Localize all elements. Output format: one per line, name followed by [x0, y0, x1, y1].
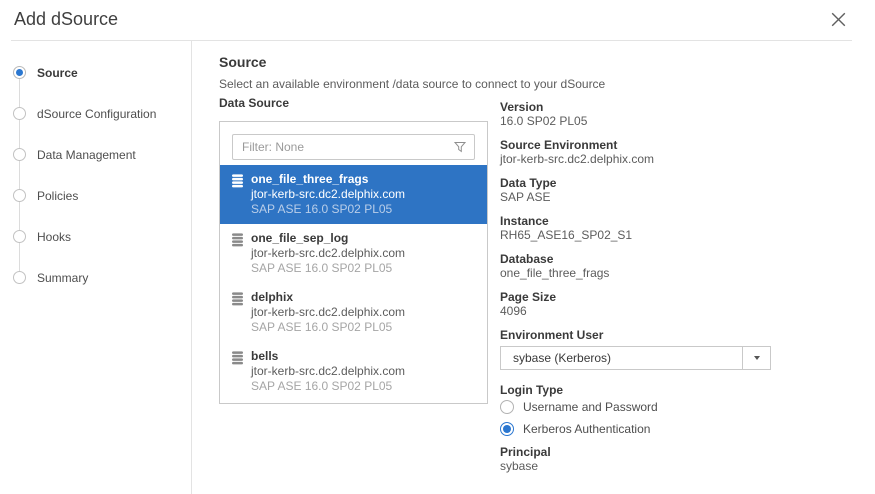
detail-field-version: Version 16.0 SP02 PL05: [500, 100, 771, 128]
detail-field-data-type: Data Type SAP ASE: [500, 176, 771, 204]
wizard-step-dsource-configuration[interactable]: dSource Configuration: [0, 93, 191, 134]
wizard-step-summary[interactable]: Summary: [0, 257, 191, 298]
data-source-label: Data Source: [219, 96, 488, 110]
source-host: jtor-kerb-src.dc2.delphix.com: [251, 246, 405, 261]
filter-icon: [454, 141, 466, 153]
database-icon: [232, 233, 243, 276]
data-source-list: one_file_three_frags jtor-kerb-src.dc2.d…: [219, 121, 488, 404]
dropdown-caret-button[interactable]: [742, 347, 770, 369]
wizard-step-data-management[interactable]: Data Management: [0, 134, 191, 175]
detail-field-database: Database one_file_three_frags: [500, 252, 771, 280]
principal-field: Principal sybase: [500, 445, 771, 473]
caret-down-icon: [754, 356, 760, 360]
radio-option-label: Username and Password: [523, 400, 658, 414]
detail-field-value: RH65_ASE16_SP02_S1: [500, 228, 771, 242]
source-row-one-file-three-frags[interactable]: one_file_three_frags jtor-kerb-src.dc2.d…: [220, 165, 487, 224]
login-type-option-username-and-password[interactable]: Username and Password: [500, 400, 771, 414]
step-heading: Source: [219, 54, 875, 70]
source-name: one_file_three_frags: [251, 172, 405, 187]
wizard-steps: Source dSource Configuration Data Manage…: [0, 41, 191, 298]
data-source-rows: one_file_three_frags jtor-kerb-src.dc2.d…: [220, 165, 487, 401]
environment-user-select[interactable]: sybase (Kerberos): [500, 346, 771, 370]
source-version: SAP ASE 16.0 SP02 PL05: [251, 379, 405, 394]
step-indicator-icon: [13, 271, 26, 284]
detail-field-value: one_file_three_frags: [500, 266, 771, 280]
detail-field-source-environment: Source Environment jtor-kerb-src.dc2.del…: [500, 138, 771, 166]
content-columns: Data Source on: [219, 96, 875, 483]
detail-field-label: Page Size: [500, 290, 771, 304]
detail-field-label: Source Environment: [500, 138, 771, 152]
wizard-sidebar: Source dSource Configuration Data Manage…: [0, 41, 192, 494]
source-row-bells[interactable]: bells jtor-kerb-src.dc2.delphix.com SAP …: [220, 342, 487, 401]
step-label: Summary: [37, 271, 88, 285]
source-texts: delphix jtor-kerb-src.dc2.delphix.com SA…: [251, 290, 405, 335]
data-source-column: Data Source on: [219, 96, 488, 483]
step-label: Data Management: [37, 148, 136, 162]
login-type-label: Login Type: [500, 383, 771, 397]
database-icon: [232, 174, 243, 217]
environment-user-label: Environment User: [500, 328, 771, 342]
detail-field-label: Data Type: [500, 176, 771, 190]
radio-icon: [500, 400, 514, 414]
step-label: Policies: [37, 189, 78, 203]
detail-field-value: jtor-kerb-src.dc2.delphix.com: [500, 152, 771, 166]
step-content: Source Select an available environment /…: [192, 41, 875, 494]
source-name: one_file_sep_log: [251, 231, 405, 246]
detail-field-label: Version: [500, 100, 771, 114]
source-row-delphix[interactable]: delphix jtor-kerb-src.dc2.delphix.com SA…: [220, 283, 487, 342]
source-version: SAP ASE 16.0 SP02 PL05: [251, 261, 405, 276]
login-type-option-kerberos-authentication[interactable]: Kerberos Authentication: [500, 422, 771, 436]
dialog-title: Add dSource: [14, 7, 118, 31]
database-icon: [232, 292, 243, 335]
step-indicator-icon: [13, 189, 26, 202]
wizard-step-hooks[interactable]: Hooks: [0, 216, 191, 257]
detail-field-value: 16.0 SP02 PL05: [500, 114, 771, 128]
radio-option-label: Kerberos Authentication: [523, 422, 650, 436]
add-dsource-dialog: Add dSource Source dSource Configuration…: [0, 0, 875, 494]
wizard-step-source[interactable]: Source: [0, 52, 191, 93]
dialog-body: Source dSource Configuration Data Manage…: [0, 41, 875, 494]
source-texts: one_file_three_frags jtor-kerb-src.dc2.d…: [251, 172, 405, 217]
detail-field-value: SAP ASE: [500, 190, 771, 204]
source-row-one-file-sep-log[interactable]: one_file_sep_log jtor-kerb-src.dc2.delph…: [220, 224, 487, 283]
detail-field-instance: Instance RH65_ASE16_SP02_S1: [500, 214, 771, 242]
principal-label: Principal: [500, 445, 771, 459]
source-name: bells: [251, 349, 405, 364]
step-indicator-icon: [13, 148, 26, 161]
step-subtitle: Select an available environment /data so…: [219, 77, 875, 91]
source-version: SAP ASE 16.0 SP02 PL05: [251, 320, 405, 335]
source-texts: bells jtor-kerb-src.dc2.delphix.com SAP …: [251, 349, 405, 394]
details-fields: Version 16.0 SP02 PL05 Source Environmen…: [500, 100, 771, 318]
source-host: jtor-kerb-src.dc2.delphix.com: [251, 187, 405, 202]
step-indicator-icon: [13, 230, 26, 243]
close-icon: [828, 9, 849, 30]
detail-field-page-size: Page Size 4096: [500, 290, 771, 318]
step-indicator-icon: [13, 66, 26, 79]
source-host: jtor-kerb-src.dc2.delphix.com: [251, 364, 405, 379]
close-button[interactable]: [828, 9, 849, 30]
login-type-options: Username and Password Kerberos Authentic…: [500, 400, 771, 436]
environment-user-value: sybase (Kerberos): [501, 351, 742, 365]
detail-field-value: 4096: [500, 304, 771, 318]
radio-icon: [500, 422, 514, 436]
filter-box: [232, 134, 475, 160]
source-name: delphix: [251, 290, 405, 305]
source-version: SAP ASE 16.0 SP02 PL05: [251, 202, 405, 217]
step-label: Source: [37, 66, 78, 80]
wizard-step-policies[interactable]: Policies: [0, 175, 191, 216]
detail-field-label: Database: [500, 252, 771, 266]
filter-input[interactable]: [233, 140, 454, 154]
step-indicator-icon: [13, 107, 26, 120]
source-texts: one_file_sep_log jtor-kerb-src.dc2.delph…: [251, 231, 405, 276]
principal-value: sybase: [500, 459, 771, 473]
step-label: dSource Configuration: [37, 107, 156, 121]
database-icon: [232, 351, 243, 394]
details-panel: Version 16.0 SP02 PL05 Source Environmen…: [500, 96, 771, 483]
detail-field-label: Instance: [500, 214, 771, 228]
source-host: jtor-kerb-src.dc2.delphix.com: [251, 305, 405, 320]
step-label: Hooks: [37, 230, 71, 244]
